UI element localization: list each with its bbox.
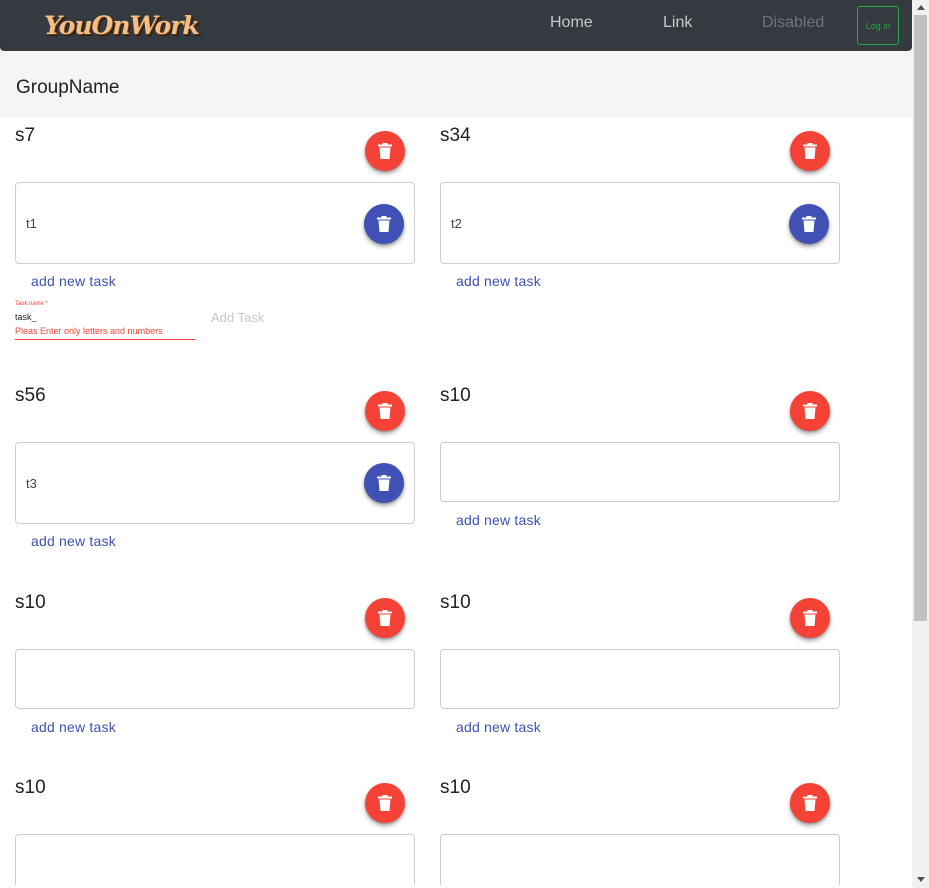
task-name: t3 [26, 476, 37, 491]
section-title: s10 [15, 592, 46, 613]
empty-task-list [440, 834, 840, 885]
task-name-input[interactable] [15, 312, 165, 322]
section-title: s10 [440, 385, 471, 406]
task-name-label: Task name * [15, 301, 49, 307]
trash-icon [803, 403, 817, 419]
trash-icon [802, 216, 816, 232]
add-task-button[interactable]: Add Task [211, 310, 264, 325]
section-title: s10 [440, 777, 471, 798]
delete-section-button[interactable] [365, 783, 405, 823]
section-title: s34 [440, 125, 471, 146]
task-name-error: Pleas Enter only letters and numbers [15, 326, 163, 336]
add-new-task-link[interactable]: add new task [31, 533, 116, 549]
navbar: YouOnWork Home Link Disabled Log in [0, 0, 912, 51]
task-item: t1 [15, 182, 415, 264]
delete-section-button[interactable] [790, 783, 830, 823]
nav-link-disabled: Disabled [762, 14, 825, 31]
add-new-task-link[interactable]: add new task [456, 719, 541, 735]
add-new-task-link[interactable]: add new task [31, 719, 116, 735]
task-name: t2 [451, 216, 462, 231]
group-title: GroupName [16, 77, 120, 98]
input-underline [15, 339, 195, 340]
login-button[interactable]: Log in [857, 6, 899, 45]
empty-task-list [440, 649, 840, 709]
delete-section-button[interactable] [790, 391, 830, 431]
add-new-task-link[interactable]: add new task [31, 273, 116, 289]
trash-icon [803, 610, 817, 626]
scroll-down-arrow-icon[interactable] [917, 877, 925, 882]
delete-task-button[interactable] [364, 463, 404, 503]
task-name-form: Task name * Pleas Enter only letters and… [15, 301, 275, 341]
scrollbar-thumb[interactable] [914, 15, 927, 621]
empty-task-list [15, 834, 415, 885]
add-new-task-link[interactable]: add new task [456, 512, 541, 528]
trash-icon [803, 143, 817, 159]
nav-link-home[interactable]: Home [550, 14, 593, 32]
trash-icon [377, 475, 391, 491]
trash-icon [378, 610, 392, 626]
delete-section-button[interactable] [365, 131, 405, 171]
section-title: s56 [15, 385, 46, 406]
task-item: t3 [15, 442, 415, 524]
trash-icon [378, 143, 392, 159]
delete-section-button[interactable] [790, 131, 830, 171]
section-title: s10 [440, 592, 471, 613]
task-item: t2 [440, 182, 840, 264]
trash-icon [377, 216, 391, 232]
delete-section-button[interactable] [365, 598, 405, 638]
nav-link-link[interactable]: Link [663, 14, 692, 32]
trash-icon [378, 403, 392, 419]
delete-task-button[interactable] [364, 204, 404, 244]
delete-section-button[interactable] [365, 391, 405, 431]
trash-icon [803, 795, 817, 811]
task-name: t1 [26, 216, 37, 231]
section-title: s7 [15, 125, 36, 146]
section-title: s10 [15, 777, 46, 798]
scroll-up-arrow-icon[interactable] [917, 5, 925, 10]
trash-icon [378, 795, 392, 811]
group-header: GroupName [0, 51, 912, 118]
brand-logo[interactable]: YouOnWork [44, 6, 200, 46]
add-new-task-link[interactable]: add new task [456, 273, 541, 289]
empty-task-list [15, 649, 415, 709]
empty-task-list [440, 442, 840, 502]
delete-section-button[interactable] [790, 598, 830, 638]
delete-task-button[interactable] [789, 204, 829, 244]
scrollbar[interactable] [912, 0, 929, 888]
